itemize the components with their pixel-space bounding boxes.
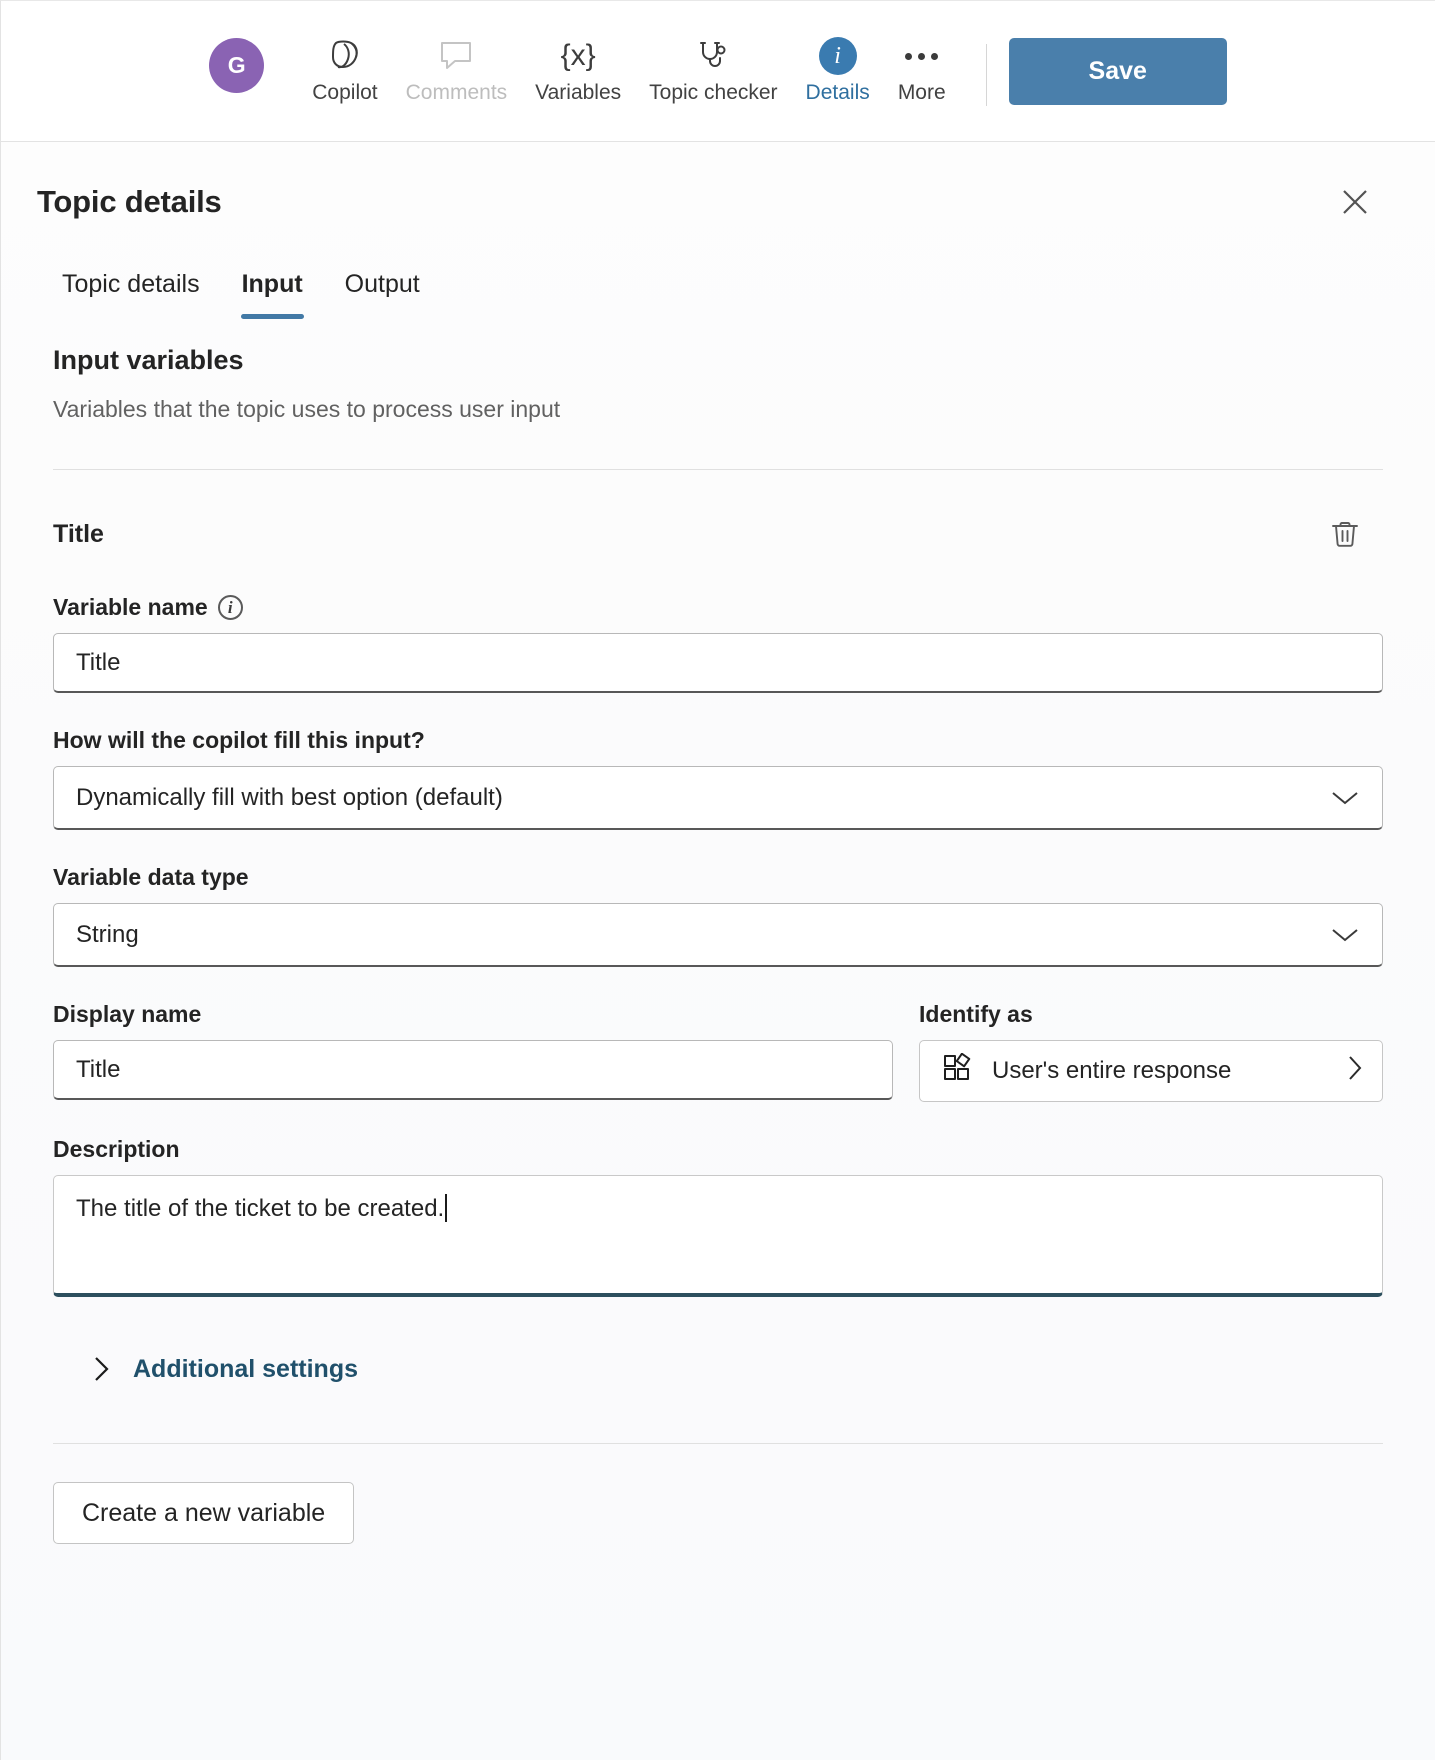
variable-name-value: Title [76,648,121,676]
description-label: Description [53,1136,180,1162]
field-description: Description The title of the ticket to b… [53,1136,1383,1297]
toolbar-divider [985,44,987,106]
avatar[interactable]: G [209,38,265,93]
additional-settings-toggle[interactable]: Additional settings [53,1353,1383,1385]
description-textarea[interactable]: The title of the ticket to be created. [53,1175,1383,1297]
tab-label: Input [241,270,303,298]
tab-input[interactable]: Input [221,264,324,319]
field-display-name: Display name Title [53,1001,893,1100]
variable-card-divider [53,1443,1383,1444]
chevron-right-icon [91,1353,111,1385]
variable-card: Title Variable name i Title How will the… [1,470,1435,1544]
stethoscope-icon [695,34,731,78]
topic-details-panel: Topic details Topic details Input Output… [1,142,1435,1760]
slots-icon [942,1052,974,1090]
close-icon[interactable] [1329,176,1381,228]
command-details[interactable]: i Details [792,26,884,159]
variable-name-input[interactable]: Title [53,633,1383,693]
avatar-initial: G [227,52,246,78]
command-label: Topic checker [649,81,778,104]
tab-output[interactable]: Output [324,264,441,319]
info-circle-icon: i [818,34,857,78]
ellipsis-icon [905,34,939,78]
command-topic-checker[interactable]: Topic checker [635,26,791,142]
command-more[interactable]: More [884,26,960,142]
topic-details-app: G Copilot Comments {x} Variables Topic c… [0,0,1435,1760]
variable-card-title: Title [53,519,104,548]
display-name-value: Title [76,1055,121,1083]
identify-as-value: User's entire response [992,1057,1232,1084]
info-icon[interactable]: i [217,595,243,620]
command-bar: G Copilot Comments {x} Variables Topic c… [1,1,1435,159]
field-fill-method: How will the copilot fill this input? Dy… [53,727,1383,830]
page-title: Topic details [37,184,222,219]
command-label: More [897,81,946,104]
tab-label: Topic details [62,270,200,298]
copilot-icon [325,34,365,78]
command-label: Comments [405,81,508,104]
command-label: Variables [535,81,622,104]
chevron-down-icon [1330,789,1360,807]
variable-card-header: Title [53,470,1383,560]
additional-settings-label: Additional settings [133,1354,358,1383]
field-identify-as: Identify as User's entire response [919,1001,1383,1102]
fill-method-dropdown[interactable]: Dynamically fill with best option (defau… [53,766,1383,830]
command-copilot[interactable]: Copilot [298,26,391,142]
save-button[interactable]: Save [1008,38,1227,105]
description-value: The title of the ticket to be created. [76,1195,445,1222]
create-new-variable-button[interactable]: Create a new variable [53,1482,355,1544]
chevron-right-icon [1346,1053,1364,1090]
display-identify-row: Display name Title Identify as User's en… [53,1001,1383,1102]
identify-as-button[interactable]: User's entire response [919,1040,1383,1102]
panel-header: Topic details [1,142,1435,228]
command-label: Copilot [312,81,378,104]
field-data-type: Variable data type String [53,864,1383,967]
panel-tabs: Topic details Input Output [1,228,1435,319]
tab-label: Output [344,270,420,298]
section-subtitle: Variables that the topic uses to process… [53,396,561,422]
display-name-label: Display name [53,1001,202,1027]
data-type-value: String [76,920,139,948]
variable-name-label-row: Variable name i [53,594,1383,621]
trash-icon[interactable] [1319,508,1371,560]
data-type-label: Variable data type [53,864,249,890]
command-comments[interactable]: Comments [392,26,522,142]
command-variables[interactable]: {x} Variables [521,26,635,142]
chevron-down-icon [1330,926,1360,944]
comment-icon [438,34,474,78]
command-label: Details [805,81,870,104]
text-caret [445,1194,448,1222]
fill-method-value: Dynamically fill with best option (defau… [76,783,503,811]
tab-topic-details[interactable]: Topic details [41,264,221,319]
fill-method-label: How will the copilot fill this input? [53,727,425,753]
section-title: Input variables [53,345,244,375]
display-name-input[interactable]: Title [53,1040,893,1100]
identify-as-label: Identify as [919,1001,1033,1027]
variables-braces-icon: {x} [560,39,596,72]
variable-name-label: Variable name [53,594,208,620]
field-variable-name: Variable name i Title [53,594,1383,693]
input-variables-section: Input variables Variables that the topic… [1,319,1435,423]
data-type-dropdown[interactable]: String [53,903,1383,967]
